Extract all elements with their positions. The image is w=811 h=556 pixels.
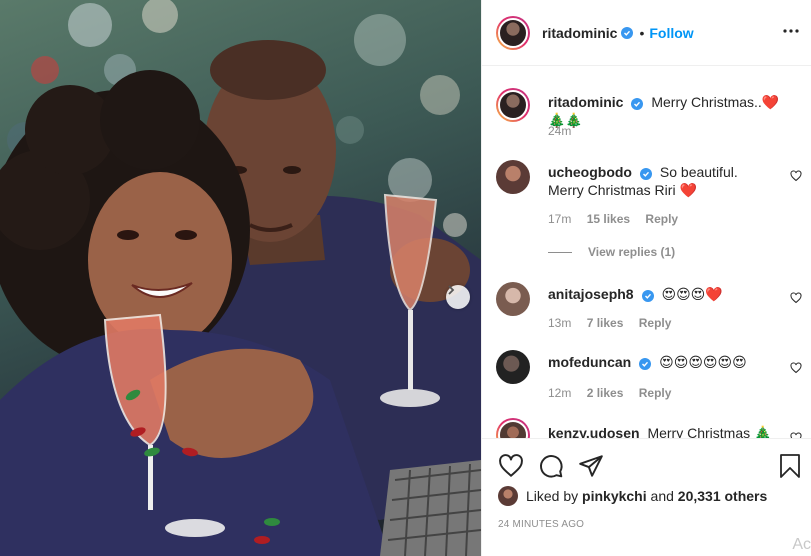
photo-illustration (0, 0, 481, 556)
likes-summary: Liked by pinkykchi and 20,331 others (498, 486, 767, 506)
verified-badge-icon (631, 98, 644, 110)
author-avatar[interactable] (496, 15, 530, 50)
post-timestamp: 24 MINUTES AGO (498, 519, 585, 530)
follow-button[interactable]: Follow (649, 25, 693, 41)
comment-text-line2: Merry Christmas Riri ❤️ (548, 182, 697, 198)
comment-text: 😍😍😍😍😍😍 (659, 354, 747, 370)
reply-button[interactable]: Reply (639, 316, 672, 330)
separator-dot: • (639, 24, 645, 41)
activation-watermark: Ac (792, 536, 811, 553)
likes-count[interactable]: 20,331 others (678, 488, 768, 504)
comment-username[interactable]: anitajoseph8 (548, 286, 634, 302)
comment-username[interactable]: kenzy.udosen (548, 425, 640, 438)
comment-username[interactable]: ucheogbodo (548, 164, 632, 180)
chevron-right-icon (448, 285, 455, 295)
caption-avatar[interactable] (496, 88, 530, 122)
verified-badge-icon (621, 26, 634, 39)
verified-badge-icon (641, 290, 654, 302)
heart-icon[interactable] (498, 453, 524, 479)
share-icon[interactable] (578, 453, 604, 479)
author-username[interactable]: ritadominic (542, 25, 617, 41)
comment-likes[interactable]: 7 likes (587, 316, 624, 330)
comment-time: 12m (548, 386, 572, 400)
comment-text: Merry Christmas 🎄 (647, 425, 772, 438)
comment-avatar[interactable] (496, 350, 530, 384)
comment-like-heart-icon[interactable] (790, 362, 802, 374)
verified-badge-icon (639, 358, 652, 370)
reply-button[interactable]: Reply (639, 386, 672, 400)
comment-likes[interactable]: 15 likes (587, 212, 630, 226)
likes-and: and (650, 488, 674, 504)
comment-time: 13m (548, 316, 572, 330)
view-replies-label: View replies (1) (588, 245, 676, 259)
likes-prefix: Liked by (526, 488, 579, 504)
liker-username[interactable]: pinkykchi (582, 488, 647, 504)
comment-text: 😍😍😍❤️ (661, 286, 723, 302)
comment-time: 17m (548, 212, 572, 226)
caption-time: 24m (548, 124, 572, 138)
post-sidebar: ritadominic • Follow ritadominic Merry C… (481, 0, 811, 556)
comment-username[interactable]: mofeduncan (548, 354, 631, 370)
verified-badge-icon (640, 168, 652, 180)
liker-avatar[interactable] (498, 486, 518, 506)
comment-avatar[interactable] (496, 282, 530, 316)
reply-button[interactable]: Reply (645, 212, 678, 226)
comment-avatar[interactable] (496, 160, 530, 194)
comment-avatar[interactable] (496, 418, 530, 438)
post-header: ritadominic • Follow (482, 0, 811, 66)
view-replies-button[interactable]: View replies (1) (548, 245, 675, 259)
replies-line (548, 251, 572, 253)
more-options-icon[interactable] (782, 22, 800, 40)
comment-icon[interactable] (538, 453, 564, 479)
comment-likes[interactable]: 2 likes (587, 386, 624, 400)
bookmark-icon[interactable] (778, 453, 802, 479)
comment-text: So beautiful. (659, 164, 738, 180)
comment-like-heart-icon[interactable] (790, 292, 802, 304)
post-photo[interactable] (0, 0, 481, 556)
caption-username[interactable]: ritadominic (548, 94, 623, 110)
comments-list[interactable]: ritadominic Merry Christmas..❤️🎄🎄 24m uc… (482, 66, 811, 438)
comment-like-heart-icon[interactable] (790, 170, 802, 182)
next-photo-button[interactable] (446, 285, 470, 309)
